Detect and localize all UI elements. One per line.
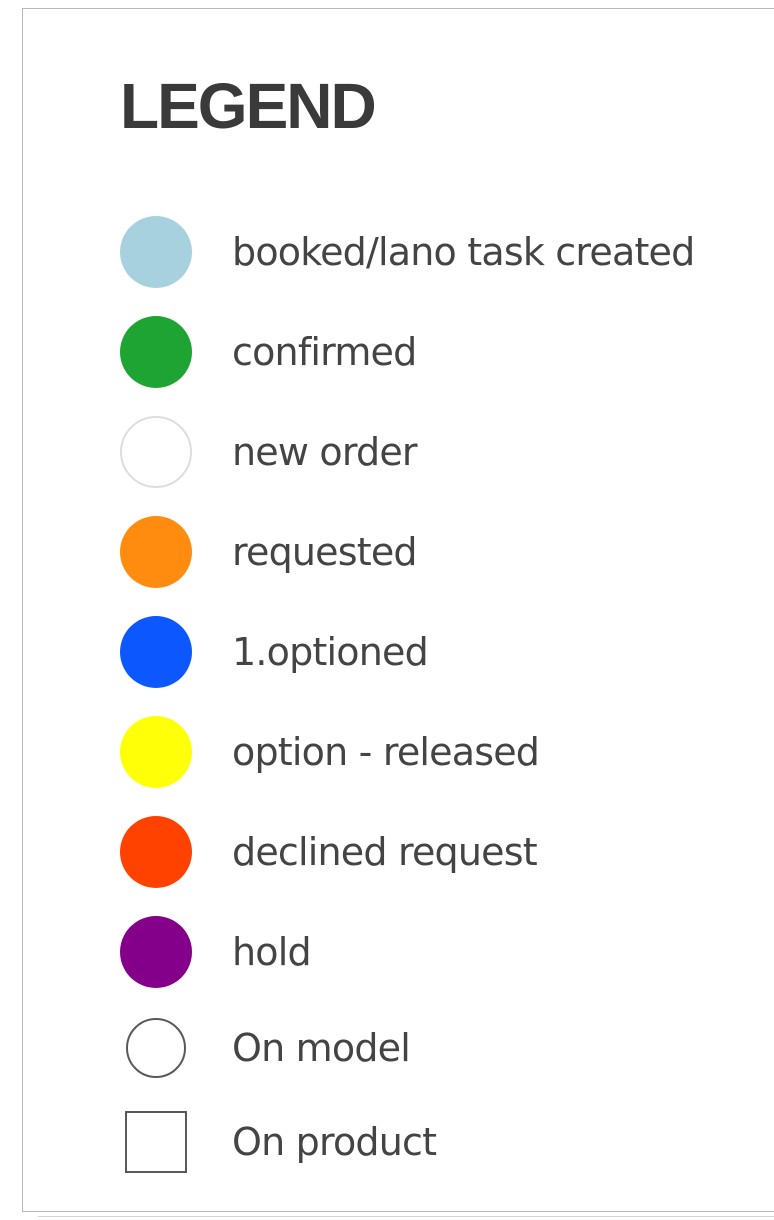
legend-label: hold	[232, 930, 312, 974]
legend-item-requested: requested	[118, 514, 774, 590]
status-dot-icon	[120, 216, 192, 288]
legend-label: On product	[232, 1120, 437, 1164]
status-dot-icon	[120, 916, 192, 988]
legend-label: 1.optioned	[232, 630, 429, 674]
legend-item-optioned: 1.optioned	[118, 614, 774, 690]
status-dot-icon	[120, 716, 192, 788]
legend-label: confirmed	[232, 330, 417, 374]
legend-label: requested	[232, 530, 418, 574]
status-dot-icon	[120, 616, 192, 688]
legend-item-new-order: new order	[118, 414, 774, 490]
legend-label: booked/lano task created	[232, 230, 695, 274]
legend-item-booked: booked/lano task created	[118, 214, 774, 290]
legend-item-declined-request: declined request	[118, 814, 774, 890]
status-dot-icon	[120, 416, 192, 488]
circle-outline-icon	[126, 1018, 186, 1078]
legend-item-on-model: On model	[118, 1010, 774, 1086]
legend-label: new order	[232, 430, 418, 474]
legend-item-hold: hold	[118, 914, 774, 990]
status-dot-icon	[120, 516, 192, 588]
legend-label: On model	[232, 1026, 411, 1070]
legend-item-option-released: option - released	[118, 714, 774, 790]
legend-item-on-product: On product	[118, 1104, 774, 1180]
legend-label: declined request	[232, 830, 538, 874]
legend-list: booked/lano task created confirmed new o…	[0, 0, 774, 1220]
legend-label: option - released	[232, 730, 540, 774]
status-dot-icon	[120, 316, 192, 388]
square-outline-icon	[125, 1111, 187, 1173]
status-dot-icon	[120, 816, 192, 888]
legend-item-confirmed: confirmed	[118, 314, 774, 390]
